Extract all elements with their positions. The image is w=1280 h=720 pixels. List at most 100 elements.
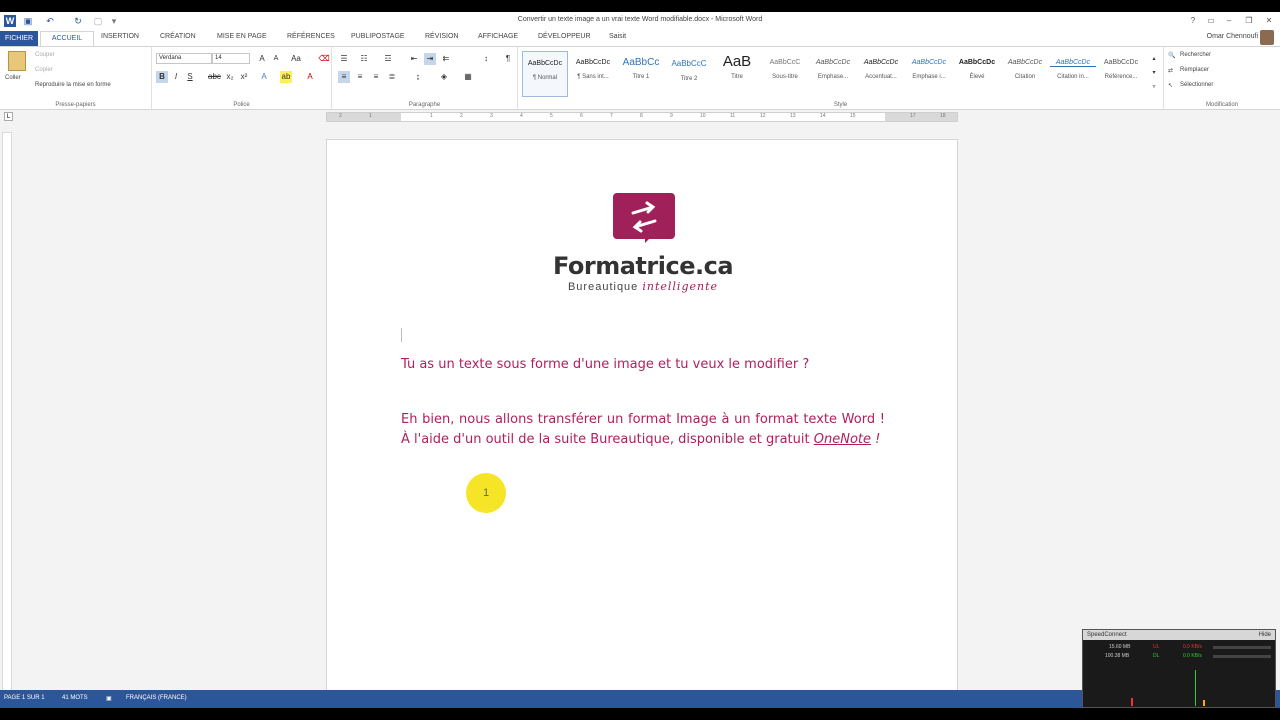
close-icon[interactable]: ✕ [1262, 15, 1276, 27]
language[interactable]: FRANÇAIS (FRANCE) [126, 695, 187, 701]
select-button[interactable]: Sélectionner [1180, 82, 1213, 88]
ruler-margin-right [885, 113, 957, 121]
strikethrough-icon[interactable]: abc [208, 71, 221, 83]
style-intense-emphasis[interactable]: AaBbCcDc Emphase i... [906, 51, 952, 97]
tab-selector-icon[interactable]: L [4, 112, 13, 121]
find-button[interactable]: Rechercher [1180, 52, 1211, 58]
tab-review[interactable]: RÉVISION [425, 33, 458, 40]
style-reference[interactable]: AaBbCcDc Référence... [1098, 51, 1144, 97]
paragraph-1[interactable]: Tu as un texte sous forme d'une image et… [401, 355, 885, 375]
style-heading2[interactable]: AaBbCcC Titre 2 [666, 51, 712, 97]
rtl-icon[interactable]: ⇇ [440, 53, 452, 65]
borders-icon[interactable]: ▦ [462, 71, 474, 83]
ruler-number: 8 [640, 113, 643, 119]
upload-total: 15.60 MB [1109, 644, 1131, 650]
ruler-number: 14 [820, 113, 826, 119]
tab-developer[interactable]: DÉVELOPPEUR [538, 33, 591, 40]
paragraph-2[interactable]: Eh bien, nous allons transférer un forma… [401, 410, 885, 450]
styles-label: Style [833, 102, 848, 108]
font-size-box[interactable]: 14 [212, 53, 250, 64]
style-subtle-emphasis[interactable]: AaBbCcDc Emphase... [810, 51, 856, 97]
speed-widget-hide[interactable]: Hide [1259, 630, 1271, 640]
help-icon[interactable]: ? [1186, 15, 1200, 27]
align-center-icon[interactable]: ≡ [354, 71, 366, 83]
ruler-number: 18 [940, 113, 946, 119]
style-title[interactable]: AaB Titre [714, 51, 760, 97]
styles-more-icon[interactable]: ▿ [1148, 81, 1160, 93]
ribbon-tabs: FICHIER ACCUEIL INSERTION CRÉATION MISE … [0, 30, 1280, 46]
tab-mailings[interactable]: PUBLIPOSTAGE [351, 33, 405, 40]
line-spacing-icon[interactable]: ↨ [412, 71, 424, 83]
style-quote[interactable]: AaBbCcDc Citation [1002, 51, 1048, 97]
styles-scroll-up-icon[interactable]: ▴ [1148, 53, 1160, 65]
horizontal-ruler[interactable]: 2 1 1 2 3 4 5 6 7 8 9 10 11 12 13 14 15 … [326, 112, 958, 122]
traffic-spike [1195, 670, 1196, 706]
page-count[interactable]: PAGE 1 SUR 1 [4, 695, 45, 701]
style-sample: AaBbCcDc [911, 59, 947, 66]
style-intense-quote[interactable]: AaBbCcDc Citation in... [1050, 51, 1096, 97]
align-left-icon[interactable]: ≡ [338, 71, 350, 83]
style-sample: AaB [722, 53, 752, 70]
avatar[interactable] [1260, 30, 1274, 45]
justify-icon[interactable]: ≣ [386, 71, 398, 83]
text-effects-icon[interactable]: A [258, 71, 270, 83]
subscript-icon[interactable]: x₂ [224, 71, 236, 83]
decrease-indent-icon[interactable]: ⇤ [408, 53, 420, 65]
clear-format-icon[interactable]: ⌫ [318, 53, 330, 65]
traffic-spike-small [1131, 698, 1133, 706]
show-marks-icon[interactable]: ¶ [502, 53, 514, 65]
word-count[interactable]: 41 MOTS [62, 695, 88, 701]
style-strong[interactable]: AaBbCcDc Élevé [954, 51, 1000, 97]
grow-font-icon[interactable]: A [256, 53, 268, 65]
tab-file[interactable]: FICHIER [0, 31, 38, 46]
style-normal[interactable]: AaBbCcDc ¶ Normal [522, 51, 568, 97]
user-name[interactable]: Omar Chennoufi [1207, 33, 1258, 40]
style-heading1[interactable]: AaBbCc Titre 1 [618, 51, 664, 97]
style-subtitle[interactable]: AaBbCcC Sous-titre [762, 51, 808, 97]
font-color-icon[interactable]: A [304, 71, 316, 83]
shading-icon[interactable]: ◈ [438, 71, 450, 83]
style-no-spacing[interactable]: AaBbCcDc ¶ Sans int... [570, 51, 616, 97]
speed-widget-title: SpeedConnect [1087, 632, 1127, 638]
styles-scroll-down-icon[interactable]: ▾ [1148, 67, 1160, 79]
sort-icon[interactable]: ↕ [480, 53, 492, 65]
tab-view[interactable]: AFFICHAGE [478, 33, 518, 40]
change-case-icon[interactable]: Aa [290, 53, 302, 65]
copy-button[interactable]: Copier [35, 67, 53, 73]
increase-indent-icon[interactable]: ⇥ [424, 53, 436, 65]
style-emphasis[interactable]: AaBbCcDc Accentuat... [858, 51, 904, 97]
minimize-icon[interactable]: – [1222, 15, 1236, 27]
bullets-icon[interactable]: ☰ [338, 53, 350, 65]
font-name-box[interactable]: Verdana [156, 53, 212, 64]
ribbon-display-icon[interactable]: ▭ [1204, 15, 1218, 27]
paste-button[interactable]: Coller [5, 75, 21, 81]
underline-icon[interactable]: S [184, 71, 196, 83]
shrink-font-icon[interactable]: A [270, 53, 282, 65]
paste-icon[interactable] [8, 51, 26, 71]
proofing-icon[interactable]: ▣ [106, 695, 112, 702]
cut-button[interactable]: Couper [35, 52, 55, 58]
style-name: Emphase i... [912, 74, 946, 80]
ruler-area: L 2 1 1 2 3 4 5 6 7 8 9 10 11 12 13 14 1… [0, 110, 1280, 124]
select-icon: ↖ [1168, 83, 1174, 89]
document-page[interactable]: Formatrice.ca Bureautique intelligente T… [326, 139, 958, 708]
superscript-icon[interactable]: x² [238, 71, 250, 83]
restore-icon[interactable]: ❐ [1242, 15, 1256, 27]
tab-layout[interactable]: MISE EN PAGE [217, 33, 267, 40]
multilevel-icon[interactable]: ☲ [382, 53, 394, 65]
highlight-icon[interactable]: ab [280, 71, 292, 83]
vertical-ruler[interactable] [2, 132, 12, 692]
onenote-link[interactable]: OneNote [814, 432, 871, 447]
tab-design[interactable]: CRÉATION [160, 33, 196, 40]
tab-home[interactable]: ACCUEIL [40, 31, 94, 46]
tab-insert[interactable]: INSERTION [101, 33, 139, 40]
bold-icon[interactable]: B [156, 71, 168, 83]
replace-button[interactable]: Remplacer [1180, 67, 1209, 73]
format-painter-button[interactable]: Reproduire la mise en forme [35, 82, 111, 88]
tab-references[interactable]: RÉFÉRENCES [287, 33, 335, 40]
italic-icon[interactable]: I [170, 71, 182, 83]
tab-saisit[interactable]: Saisit [609, 33, 626, 40]
numbering-icon[interactable]: ☷ [358, 53, 370, 65]
style-name: Titre 1 [632, 74, 650, 80]
align-right-icon[interactable]: ≡ [370, 71, 382, 83]
